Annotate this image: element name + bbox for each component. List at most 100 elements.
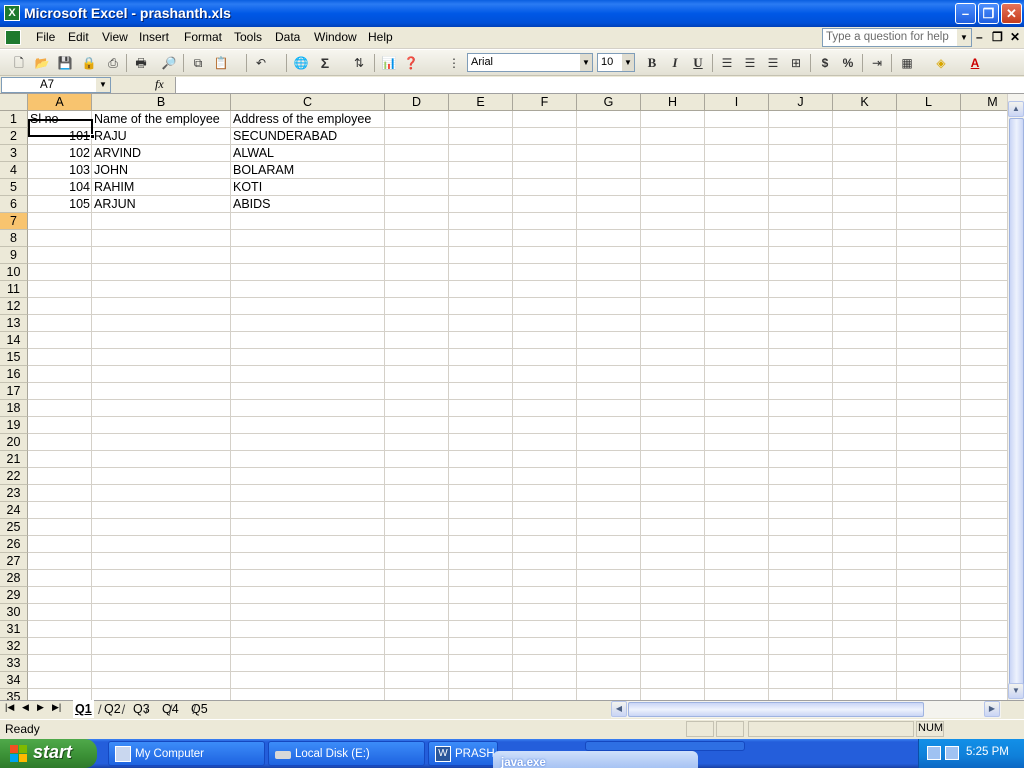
print-preview-icon[interactable]: ⎙: [104, 54, 122, 72]
row-header-10[interactable]: 10: [0, 264, 28, 281]
column-header-f[interactable]: F: [513, 94, 577, 111]
print-icon[interactable]: 🖶: [132, 54, 150, 72]
align-right-icon[interactable]: ☰: [764, 54, 782, 72]
chevron-down-icon[interactable]: ▼: [96, 78, 110, 92]
help-icon[interactable]: ❓: [402, 54, 420, 72]
column-header-a[interactable]: A: [28, 94, 92, 111]
font-color-icon[interactable]: A: [966, 54, 984, 72]
row-header-9[interactable]: 9: [0, 247, 28, 264]
cell-b3[interactable]: ARVIND: [92, 145, 231, 162]
formula-input[interactable]: [175, 77, 1024, 93]
column-header-g[interactable]: G: [577, 94, 641, 111]
doc-close-button[interactable]: ✕: [1010, 30, 1020, 44]
cell-c3[interactable]: ALWAL: [231, 145, 385, 162]
row-header-6[interactable]: 6: [0, 196, 28, 213]
new-icon[interactable]: 🗋: [10, 54, 28, 72]
menu-view[interactable]: View: [102, 30, 128, 44]
document-icon[interactable]: [5, 30, 21, 45]
scroll-down-icon[interactable]: ▼: [1008, 683, 1024, 699]
cell-a3[interactable]: 102: [28, 145, 92, 162]
borders-icon[interactable]: ▦: [898, 54, 916, 72]
restore-button[interactable]: ❐: [978, 3, 999, 24]
column-header-l[interactable]: L: [897, 94, 961, 111]
row-header-8[interactable]: 8: [0, 230, 28, 247]
cell-c2[interactable]: SECUNDERABAD: [231, 128, 385, 145]
row-header-23[interactable]: 23: [0, 485, 28, 502]
research-icon[interactable]: 🔎: [160, 54, 178, 72]
align-center-icon[interactable]: ☰: [741, 54, 759, 72]
menu-insert[interactable]: Insert: [139, 30, 169, 44]
row-header-12[interactable]: 12: [0, 298, 28, 315]
row-header-11[interactable]: 11: [0, 281, 28, 298]
menu-edit[interactable]: Edit: [68, 30, 89, 44]
column-header-h[interactable]: H: [641, 94, 705, 111]
cell-c5[interactable]: KOTI: [231, 179, 385, 196]
row-header-35[interactable]: 35: [0, 689, 28, 700]
row-header-21[interactable]: 21: [0, 451, 28, 468]
row-header-13[interactable]: 13: [0, 315, 28, 332]
close-button[interactable]: ✕: [1001, 3, 1022, 24]
worksheet-grid[interactable]: ABCDEFGHIJKLM 1 2 3 4 5 6 7 8 9 10 11 12 13 14 15 16 17 1…: [0, 94, 1007, 700]
prev-sheet-icon[interactable]: ◀: [22, 702, 29, 713]
chevron-down-icon[interactable]: ▼: [580, 54, 592, 71]
active-cell[interactable]: [28, 119, 95, 139]
underline-button[interactable]: U: [689, 54, 707, 72]
row-header-15[interactable]: 15: [0, 349, 28, 366]
cell-b4[interactable]: JOHN: [92, 162, 231, 179]
cell-c6[interactable]: ABIDS: [231, 196, 385, 213]
row-header-3[interactable]: 3: [0, 145, 28, 162]
cell-a6[interactable]: 105: [28, 196, 92, 213]
cell-b1[interactable]: Name of the employee: [92, 111, 231, 128]
copy-icon[interactable]: ⧉: [189, 54, 207, 72]
row-header-32[interactable]: 32: [0, 638, 28, 655]
row-header-25[interactable]: 25: [0, 519, 28, 536]
row-header-7[interactable]: 7: [0, 213, 28, 230]
name-box[interactable]: A7 ▼: [1, 77, 111, 93]
first-sheet-icon[interactable]: |◀: [5, 702, 14, 713]
horizontal-scrollbar[interactable]: ◀ ▶: [611, 701, 1001, 718]
column-header-i[interactable]: I: [705, 94, 769, 111]
menu-data[interactable]: Data: [275, 30, 300, 44]
last-sheet-icon[interactable]: ▶|: [52, 702, 61, 713]
cell-b2[interactable]: RAJU: [92, 128, 231, 145]
column-header-m[interactable]: M: [961, 94, 1007, 111]
row-header-30[interactable]: 30: [0, 604, 28, 621]
row-header-19[interactable]: 19: [0, 417, 28, 434]
column-header-b[interactable]: B: [92, 94, 231, 111]
permission-icon[interactable]: 🔒: [80, 54, 98, 72]
indent-icon[interactable]: ⇥: [868, 54, 886, 72]
sheet-tab-q1[interactable]: Q1: [73, 700, 94, 718]
menu-file[interactable]: File: [36, 30, 55, 44]
column-header-j[interactable]: J: [769, 94, 833, 111]
scroll-left-icon[interactable]: ◀: [611, 701, 627, 717]
row-header-31[interactable]: 31: [0, 621, 28, 638]
insert-function-icon[interactable]: fx: [155, 77, 164, 92]
cell-c4[interactable]: BOLARAM: [231, 162, 385, 179]
scroll-up-icon[interactable]: ▲: [1008, 101, 1024, 117]
cell-b6[interactable]: ARJUN: [92, 196, 231, 213]
network-icon[interactable]: [945, 746, 959, 760]
row-header-4[interactable]: 4: [0, 162, 28, 179]
fill-color-icon[interactable]: ◈: [932, 54, 950, 72]
row-header-33[interactable]: 33: [0, 655, 28, 672]
bold-button[interactable]: B: [643, 54, 661, 72]
cell-a5[interactable]: 104: [28, 179, 92, 196]
row-header-26[interactable]: 26: [0, 536, 28, 553]
next-sheet-icon[interactable]: ▶: [37, 702, 44, 713]
font-size-select[interactable]: 10 ▼: [597, 53, 635, 72]
chevron-down-icon[interactable]: ▼: [957, 29, 971, 46]
scroll-right-icon[interactable]: ▶: [984, 701, 1000, 717]
menu-tools[interactable]: Tools: [234, 30, 262, 44]
cell-a4[interactable]: 103: [28, 162, 92, 179]
select-all-corner[interactable]: [0, 94, 28, 111]
row-header-22[interactable]: 22: [0, 468, 28, 485]
paste-icon[interactable]: 📋: [212, 54, 230, 72]
minimize-button[interactable]: –: [955, 3, 976, 24]
row-header-2[interactable]: 2: [0, 128, 28, 145]
column-header-c[interactable]: C: [231, 94, 385, 111]
currency-button[interactable]: $: [816, 54, 834, 72]
java-popup[interactable]: java.exe: [493, 751, 698, 768]
row-header-16[interactable]: 16: [0, 366, 28, 383]
font-name-select[interactable]: Arial ▼: [467, 53, 593, 72]
row-header-28[interactable]: 28: [0, 570, 28, 587]
